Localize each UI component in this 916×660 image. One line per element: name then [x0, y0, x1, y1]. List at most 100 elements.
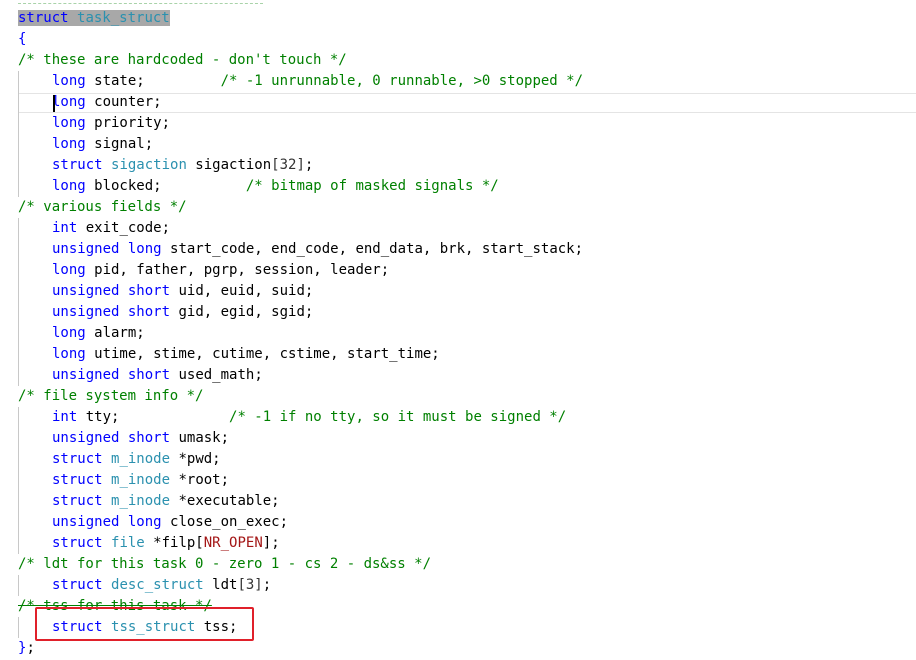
code-line[interactable]: }; — [0, 638, 916, 659]
code-token: gid, egid, sgid; — [170, 304, 314, 320]
code-token: struct — [52, 157, 103, 173]
code-text: struct m_inode *pwd; — [52, 449, 221, 470]
code-text: int tty; /* -1 if no tty, so it must be … — [52, 407, 566, 428]
code-text: { — [18, 29, 26, 50]
code-line[interactable]: long utime, stime, cutime, cstime, start… — [0, 344, 916, 365]
code-token: unsigned — [52, 430, 120, 446]
code-line[interactable]: /* tss for this task */ — [0, 596, 916, 617]
code-line[interactable]: long priority; — [0, 113, 916, 134]
code-token: used_math; — [170, 367, 263, 383]
code-token: ; — [26, 640, 35, 656]
code-line[interactable]: /* these are hardcoded - don't touch */ — [0, 50, 916, 71]
indent-guide — [18, 71, 19, 92]
indent-guide — [18, 512, 19, 533]
code-text: struct tss_struct tss; — [52, 617, 237, 638]
code-text: struct desc_struct ldt[3]; — [52, 575, 271, 596]
code-line[interactable]: unsigned short used_math; — [0, 365, 916, 386]
code-line[interactable]: struct m_inode *pwd; — [0, 449, 916, 470]
code-line[interactable]: /* various fields */ — [0, 197, 916, 218]
code-token: m_inode — [111, 493, 171, 509]
indent-guide — [18, 365, 19, 386]
code-text: unsigned short umask; — [52, 428, 229, 449]
code-token: /* -1 unrunnable, 0 runnable, >0 stopped… — [220, 73, 584, 89]
indent-guide — [18, 113, 19, 134]
code-line[interactable]: struct desc_struct ldt[3]; — [0, 575, 916, 596]
code-token: long — [127, 241, 162, 257]
code-line[interactable]: struct sigaction sigaction[32]; — [0, 155, 916, 176]
code-token: struct — [52, 577, 103, 593]
code-text: unsigned short gid, egid, sgid; — [52, 302, 313, 323]
code-line[interactable]: { — [0, 29, 916, 50]
code-token: desc_struct — [111, 577, 204, 593]
code-line[interactable]: long signal; — [0, 134, 916, 155]
code-line[interactable]: long counter; — [0, 92, 916, 113]
code-token: short — [127, 283, 171, 299]
code-line[interactable]: unsigned long start_code, end_code, end_… — [0, 239, 916, 260]
code-line[interactable]: int tty; /* -1 if no tty, so it must be … — [0, 407, 916, 428]
code-text: unsigned long start_code, end_code, end_… — [52, 239, 583, 260]
code-line[interactable]: unsigned short gid, egid, sgid; — [0, 302, 916, 323]
code-line[interactable]: long state; /* -1 unrunnable, 0 runnable… — [0, 71, 916, 92]
code-token: [32] — [271, 157, 305, 173]
code-text: struct file *filp[NR_OPEN]; — [52, 533, 280, 554]
code-token: blocked; — [85, 178, 246, 194]
code-line[interactable]: struct m_inode *root; — [0, 470, 916, 491]
code-token: long — [127, 514, 162, 530]
code-line[interactable]: unsigned short umask; — [0, 428, 916, 449]
code-token: sigaction — [111, 157, 187, 173]
indent-guide — [18, 218, 19, 239]
indent-guide — [18, 281, 19, 302]
code-text: struct task_struct — [18, 8, 170, 29]
code-token: int — [52, 220, 78, 236]
code-token: *root; — [170, 472, 230, 488]
code-line[interactable]: unsigned long close_on_exec; — [0, 512, 916, 533]
code-token: tss; — [195, 619, 238, 635]
code-line[interactable]: long blocked; /* bitmap of masked signal… — [0, 176, 916, 197]
code-token: uid, euid, suid; — [170, 283, 314, 299]
code-line[interactable]: /* file system info */ — [0, 386, 916, 407]
code-token: counter; — [85, 94, 162, 110]
code-line[interactable]: struct m_inode *executable; — [0, 491, 916, 512]
code-line[interactable]: struct task_struct — [0, 8, 916, 29]
code-token: long — [52, 346, 86, 362]
code-token: struct — [52, 535, 103, 551]
code-token: m_inode — [111, 472, 171, 488]
code-text: /* file system info */ — [18, 386, 203, 407]
code-token: m_inode — [111, 451, 171, 467]
indent-guide — [18, 323, 19, 344]
code-text: /* ldt for this task 0 - zero 1 - cs 2 -… — [18, 554, 431, 575]
code-token: *executable; — [170, 493, 280, 509]
code-token: close_on_exec; — [161, 514, 289, 530]
code-text: long state; /* -1 unrunnable, 0 runnable… — [52, 71, 583, 92]
code-token: struct — [52, 493, 103, 509]
code-token: long — [52, 262, 86, 278]
text-cursor — [53, 95, 55, 112]
code-token: umask; — [170, 430, 230, 446]
indent-guide — [18, 407, 19, 428]
code-token: short — [127, 367, 171, 383]
code-line[interactable]: long alarm; — [0, 323, 916, 344]
code-token: /* bitmap of masked signals */ — [245, 178, 499, 194]
code-line[interactable]: long pid, father, pgrp, session, leader; — [0, 260, 916, 281]
indent-guide — [18, 344, 19, 365]
indent-guide — [18, 617, 19, 638]
code-token: tss_struct — [111, 619, 196, 635]
code-line[interactable]: struct file *filp[NR_OPEN]; — [0, 533, 916, 554]
code-token: long — [52, 325, 86, 341]
code-token: task_struct — [77, 10, 170, 26]
indent-guide — [18, 470, 19, 491]
code-line[interactable]: unsigned short uid, euid, suid; — [0, 281, 916, 302]
code-line[interactable]: /* ldt for this task 0 - zero 1 - cs 2 -… — [0, 554, 916, 575]
code-line[interactable]: int exit_code; — [0, 218, 916, 239]
code-line-highlighted[interactable]: struct tss_struct tss; — [0, 617, 916, 638]
code-editor[interactable]: struct task_struct {/* these are hardcode… — [0, 0, 916, 660]
